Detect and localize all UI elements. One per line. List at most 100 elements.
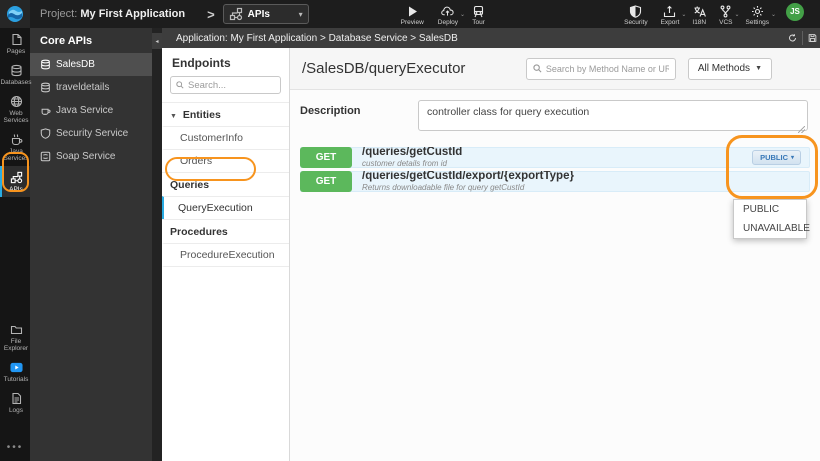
settings-button[interactable]: Settings ⌄ — [746, 3, 776, 26]
tour-button[interactable]: Tour — [472, 3, 485, 26]
core-api-item-label: Java Service — [56, 105, 114, 116]
endpoint-item-customerinfo[interactable]: CustomerInfo — [162, 126, 289, 149]
core-api-item-security-service[interactable]: Security Service — [30, 122, 152, 145]
i18n-button[interactable]: I18N — [692, 3, 706, 26]
section-label: Entities — [182, 109, 221, 121]
sidebar-item-apis[interactable]: APIs — [0, 166, 30, 197]
folder-icon — [10, 323, 23, 336]
endpoint-item-orders[interactable]: Orders — [162, 149, 289, 172]
visibility-dropdown-button[interactable]: PUBLIC ▾ — [752, 150, 801, 165]
deploy-button[interactable]: Deploy ⌄ — [437, 3, 465, 26]
shield-icon — [629, 4, 642, 18]
menu-option-public[interactable]: PUBLIC — [734, 200, 806, 219]
page-title: /SalesDB/queryExecutor — [302, 60, 466, 77]
method-search-input[interactable] — [545, 63, 669, 74]
nav-overflow-button[interactable]: ••• — [0, 436, 30, 461]
core-api-item-label: traveldetails — [56, 82, 110, 93]
sidebar-item-tutorials[interactable]: Tutorials — [0, 356, 30, 387]
core-api-item-soap-service[interactable]: Soap Service — [30, 145, 152, 168]
search-icon — [176, 81, 184, 89]
sidebar-item-label: File Explorer — [3, 338, 29, 352]
endpoint-row-getcustid-export[interactable]: GET /queries/getCustId/export/{exportTyp… — [300, 171, 810, 192]
breadcrumb: Application: My First Application > Data… — [176, 32, 458, 44]
core-api-item-salesdb[interactable]: SalesDB — [30, 53, 152, 76]
core-apis-title: Core APIs — [40, 35, 93, 47]
soap-icon — [40, 151, 51, 162]
get-method-badge[interactable]: GET — [300, 147, 352, 168]
menu-option-unavailable[interactable]: UNAVAILABLE — [734, 219, 810, 238]
sidebar-item-label: Databases — [0, 79, 32, 86]
vcs-label: VCS — [719, 18, 733, 26]
app-window: Project: My First Application > APIs ▾ P… — [0, 0, 820, 461]
caret-down-icon: ▼ — [755, 65, 762, 72]
caret-down-icon: ▾ — [790, 155, 794, 161]
endpoint-row-getcustid[interactable]: GET /queries/getCustId customer details … — [300, 147, 810, 168]
preview-label: Preview — [400, 18, 424, 26]
description-textarea[interactable]: controller class for query execution — [418, 100, 808, 131]
sidebar-item-logs[interactable]: Logs — [0, 387, 30, 418]
play-icon — [406, 5, 419, 18]
cloud-upload-icon — [441, 5, 454, 18]
endpoint-item-procedureexecution[interactable]: ProcedureExecution — [162, 243, 289, 267]
sidebar-item-label: Java Services — [3, 148, 29, 162]
export-button[interactable]: Export ⌄ — [660, 3, 686, 26]
sidebar-item-java-services[interactable]: Java Services — [0, 128, 30, 166]
database-icon — [40, 59, 51, 70]
export-label: Export — [660, 18, 680, 26]
artifact-selector-dropdown[interactable]: APIs ▾ — [222, 4, 309, 24]
section-entities[interactable]: ▼ Entities — [162, 102, 289, 126]
security-label: Security — [624, 18, 648, 26]
core-api-item-traveldetails[interactable]: traveldetails — [30, 76, 152, 99]
coffee-icon — [10, 133, 23, 146]
description-field-wrap: controller class for query execution — [418, 100, 808, 136]
sidebar-item-label: Logs — [8, 407, 24, 414]
endpoint-item-queryexecution[interactable]: QueryExecution — [162, 196, 289, 219]
deploy-label: Deploy — [437, 18, 459, 26]
description-label: Description — [300, 105, 361, 117]
visibility-value: PUBLIC — [760, 153, 788, 162]
core-api-item-java-service[interactable]: Java Service — [30, 99, 152, 122]
wavemaker-logo-icon — [6, 5, 24, 23]
visibility-dropdown-menu: PUBLIC UNAVAILABLE — [733, 199, 810, 239]
endpoints-search[interactable] — [170, 76, 281, 94]
caret-down-icon: ▼ — [170, 113, 177, 120]
breadcrumb-chevron-icon: > — [207, 6, 215, 22]
endpoint-rows: GET /queries/getCustId customer details … — [300, 147, 810, 192]
security-button[interactable]: Security — [624, 3, 648, 26]
endpoint-row-text: /queries/getCustId/export/{exportType} R… — [362, 171, 809, 192]
vcs-button[interactable]: VCS ⌄ — [719, 3, 740, 26]
branch-icon — [719, 5, 732, 18]
section-procedures[interactable]: Procedures — [162, 219, 289, 243]
sidebar-item-pages[interactable]: Pages — [0, 28, 30, 59]
sidebar-item-file-explorer[interactable]: File Explorer — [0, 318, 30, 356]
sidebar-item-label: Web Services — [3, 110, 29, 124]
endpoint-summary: Returns downloadable file for query getC… — [362, 182, 525, 192]
save-icon[interactable] — [805, 31, 820, 45]
methods-filter-label: All Methods — [697, 63, 751, 74]
panel-collapse-strip: ◂ — [152, 28, 162, 461]
user-avatar[interactable]: JS — [786, 2, 804, 21]
core-apis-panel: Core APIs SalesDB traveldetails Java Ser… — [30, 28, 152, 461]
endpoints-title: Endpoints — [172, 56, 231, 70]
section-queries[interactable]: Queries — [162, 172, 289, 196]
endpoints-search-input[interactable] — [188, 79, 275, 91]
project-label: Project: — [40, 8, 78, 20]
database-icon — [40, 82, 51, 93]
refresh-icon[interactable] — [785, 31, 800, 45]
topbar: Project: My First Application > APIs ▾ P… — [0, 0, 820, 28]
endpoint-summary: customer details from id — [362, 158, 447, 168]
chevron-down-icon: ⌄ — [734, 11, 740, 18]
main-body: Description controller class for query e… — [290, 90, 820, 239]
app-logo[interactable] — [0, 0, 30, 28]
coffee-icon — [40, 105, 51, 116]
preview-button[interactable]: Preview — [401, 3, 424, 26]
get-method-badge[interactable]: GET — [300, 171, 352, 192]
chevron-down-icon: ⌄ — [460, 11, 466, 18]
all-methods-dropdown[interactable]: All Methods ▼ — [687, 57, 772, 80]
sidebar-item-web-services[interactable]: Web Services — [0, 90, 30, 128]
search-icon — [533, 64, 542, 73]
method-search[interactable] — [525, 57, 676, 80]
sidebar-item-label: APIs — [9, 186, 23, 193]
sidebar-item-databases[interactable]: Databases — [0, 59, 32, 90]
collapse-panel-button[interactable]: ◂ — [152, 33, 162, 49]
